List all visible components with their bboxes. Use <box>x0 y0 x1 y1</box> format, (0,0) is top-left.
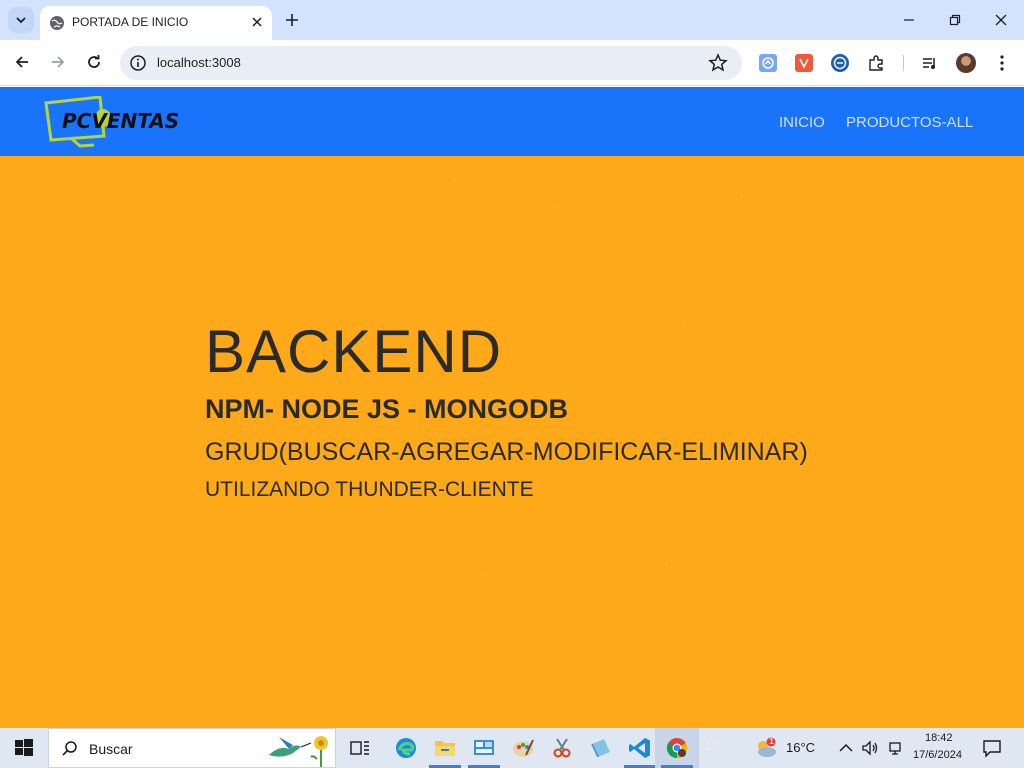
url-text[interactable]: localhost:3008 <box>157 55 241 70</box>
hero-title: BACKEND <box>205 318 503 385</box>
speaker-icon <box>862 740 878 756</box>
restore-icon <box>949 14 961 26</box>
background-speck <box>484 573 487 576</box>
start-button[interactable] <box>0 728 48 768</box>
close-icon <box>252 17 262 27</box>
edge-browser-icon <box>396 738 416 758</box>
browser-tab-strip: PORTADA DE INICIO <box>0 0 1024 40</box>
taskbar-edge[interactable] <box>384 728 428 768</box>
search-placeholder: Buscar <box>89 741 133 757</box>
extensions-puzzle-icon[interactable] <box>867 54 885 72</box>
taskbar-control-panel[interactable] <box>462 728 506 768</box>
windows-taskbar: Buscar ES 1 16°C 18:42 17/6/2024 <box>0 728 1024 768</box>
taskbar-snipping-tool[interactable] <box>540 728 584 768</box>
address-bar[interactable]: localhost:3008 <box>120 46 742 80</box>
vscode-icon <box>629 738 650 758</box>
language-indicator[interactable]: ES <box>706 740 721 752</box>
arrow-right-icon <box>52 56 65 68</box>
toolbar-separator <box>903 55 904 71</box>
page-content: PCVENTAS INICIO PRODUCTOS-ALL BACKEND NP… <box>0 87 1024 728</box>
hero-subtitle-stack: NPM- NODE JS - MONGODB <box>205 394 569 424</box>
task-view-button[interactable] <box>338 728 382 768</box>
restore-button[interactable] <box>933 6 977 34</box>
control-panel-icon <box>474 740 494 755</box>
site-info-icon[interactable] <box>129 54 147 72</box>
clock-time[interactable]: 18:42 <box>925 732 953 744</box>
task-view-icon <box>350 741 369 755</box>
close-icon <box>995 14 1007 26</box>
tab-search-dropdown-button[interactable] <box>8 7 34 33</box>
notes-app-icon <box>591 739 610 758</box>
media-control-icon[interactable] <box>921 54 939 72</box>
taskbar-file-explorer[interactable] <box>423 728 467 768</box>
windows-logo-icon <box>15 739 33 756</box>
arrow-left-icon <box>15 56 28 68</box>
reload-button[interactable] <box>81 49 107 75</box>
weather-notification-count: 1 <box>769 737 774 746</box>
chrome-icon <box>666 738 688 759</box>
background-speck <box>665 563 668 566</box>
tab-close-button[interactable] <box>248 13 266 31</box>
browser-toolbar: localhost:3008 <box>0 40 1024 86</box>
snipping-tool-icon <box>553 738 571 758</box>
background-speck <box>556 205 559 208</box>
back-button[interactable] <box>9 49 35 75</box>
nav-link-inicio[interactable]: INICIO <box>779 114 825 131</box>
minimize-button[interactable] <box>887 6 931 34</box>
chevron-up-icon <box>839 743 853 752</box>
plus-icon <box>286 14 298 26</box>
temperature-text[interactable]: 16°C <box>786 740 815 755</box>
taskbar-notes-app[interactable] <box>579 728 623 768</box>
site-navbar: PCVENTAS INICIO PRODUCTOS-ALL <box>0 87 1024 156</box>
hummingbird-flower-icon <box>269 736 328 767</box>
cloud-extension-icon[interactable] <box>759 54 777 72</box>
more-vertical-icon <box>1000 55 1004 71</box>
paint-palette-icon <box>513 739 534 757</box>
network-icon <box>889 742 901 755</box>
clock-date[interactable]: 17/6/2024 <box>913 749 962 761</box>
site-logo[interactable]: PCVENTAS <box>44 95 194 148</box>
taskbar-chrome[interactable] <box>655 728 699 768</box>
volume-button[interactable] <box>861 739 879 757</box>
network-button[interactable] <box>886 739 904 757</box>
taskbar-paint[interactable] <box>501 728 545 768</box>
reload-icon <box>88 55 100 68</box>
nav-link-productos-all[interactable]: PRODUCTOS-ALL <box>846 114 973 131</box>
background-speck <box>453 179 456 182</box>
profile-avatar[interactable] <box>956 53 976 73</box>
taskbar-search-box[interactable]: Buscar <box>48 728 336 768</box>
show-hidden-icons-button[interactable] <box>837 739 855 757</box>
background-speck <box>682 321 685 324</box>
chevron-down-icon <box>16 17 26 24</box>
forward-button[interactable] <box>45 49 71 75</box>
e-extension-icon[interactable] <box>831 54 849 72</box>
background-speck <box>375 215 378 218</box>
tab-title: PORTADA DE INICIO <box>72 15 189 29</box>
hero-subtitle-tool: UTILIZANDO THUNDER-CLIENTE <box>205 478 534 501</box>
bookmark-star-icon[interactable] <box>708 53 728 73</box>
v-extension-icon[interactable] <box>795 54 813 72</box>
globe-icon <box>50 16 64 30</box>
folder-icon <box>435 741 455 756</box>
browser-menu-button[interactable] <box>989 50 1015 76</box>
minimize-icon <box>904 19 914 21</box>
search-icon <box>62 741 77 756</box>
browser-tab-active[interactable]: PORTADA DE INICIO <box>40 6 272 40</box>
weather-widget-button[interactable]: 1 <box>754 737 778 759</box>
new-tab-button[interactable] <box>281 9 303 31</box>
logo-text: PCVENTAS <box>62 109 180 133</box>
close-window-button[interactable] <box>979 6 1023 34</box>
notification-icon <box>983 740 1001 758</box>
hero-subtitle-crud: GRUD(BUSCAR-AGREGAR-MODIFICAR-ELIMINAR) <box>205 438 808 466</box>
notification-center-button[interactable] <box>982 738 1002 758</box>
background-speck <box>740 195 743 198</box>
